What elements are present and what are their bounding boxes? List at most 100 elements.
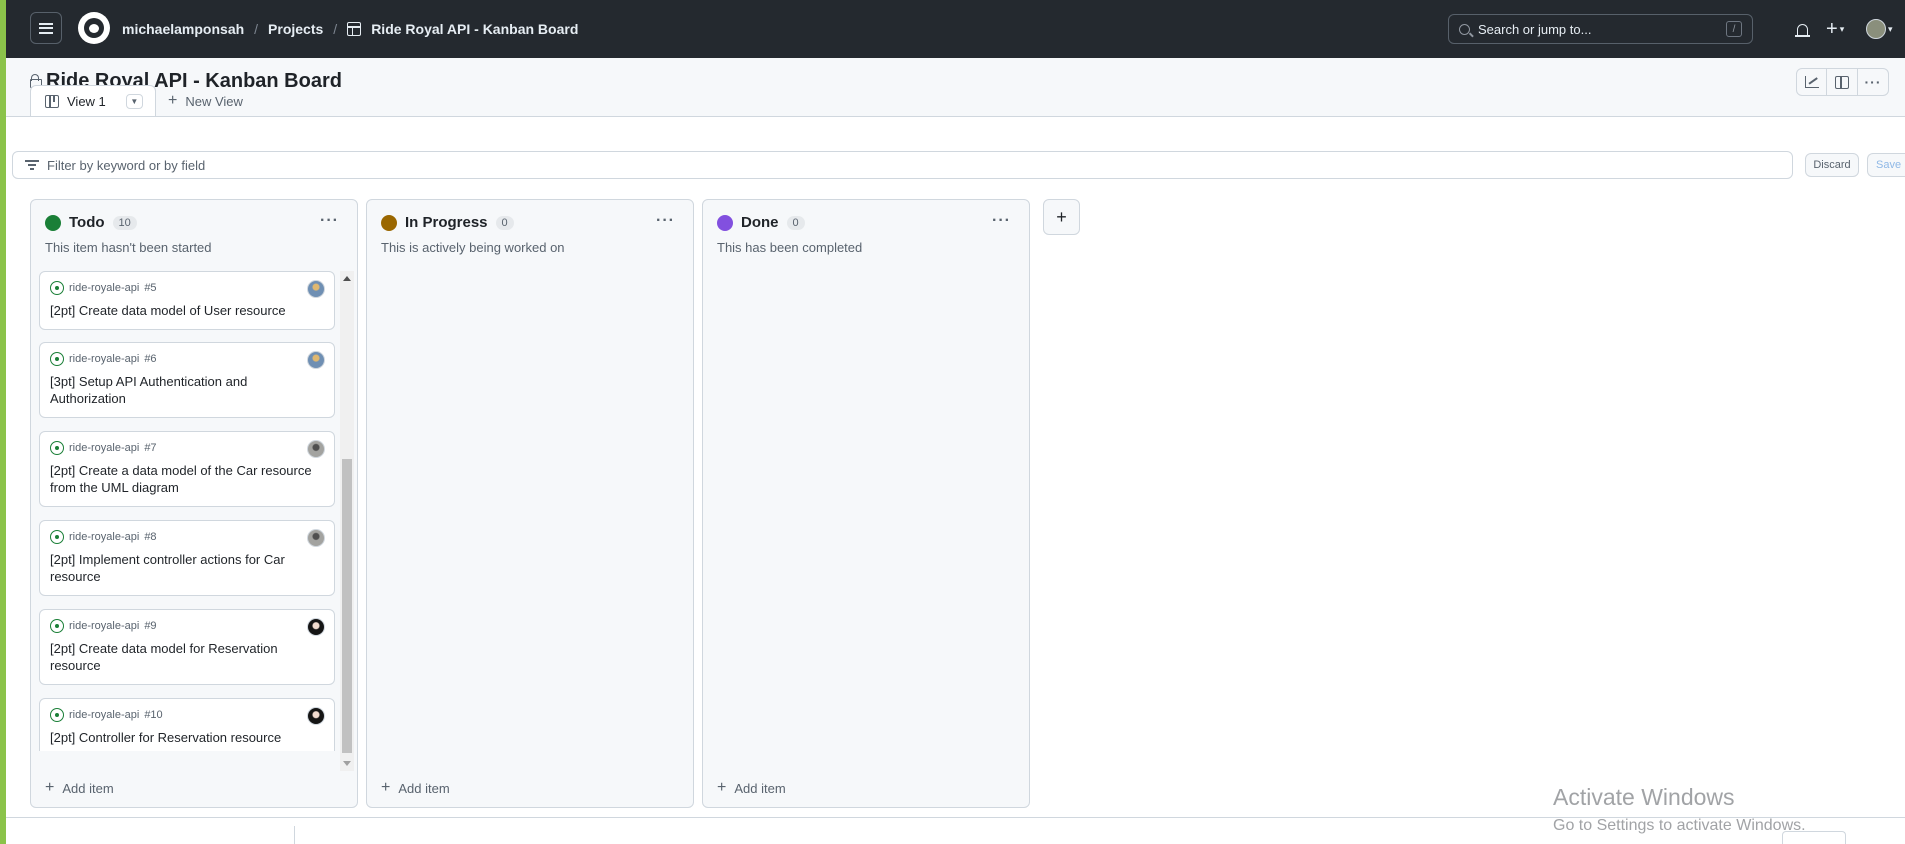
issue-opened-icon: [50, 708, 64, 722]
breadcrumb-project[interactable]: Ride Royal API - Kanban Board: [371, 21, 578, 37]
search-input[interactable]: Search or jump to... /: [1448, 14, 1753, 44]
card-repo: ride-royale-api: [69, 442, 140, 454]
column-header: Todo 10: [45, 214, 137, 231]
card-number: #8: [144, 531, 157, 543]
column-menu-button[interactable]: ···: [320, 212, 339, 230]
scrollbar-thumb[interactable]: [342, 459, 352, 753]
add-item-button[interactable]: + Add item: [381, 779, 450, 797]
column-menu-button[interactable]: ···: [992, 212, 1011, 230]
issue-card[interactable]: ride-royale-api #6 [3pt] Setup API Authe…: [39, 342, 335, 418]
card-meta: ride-royale-api #5: [50, 281, 324, 295]
breadcrumb-owner[interactable]: michaelamponsah: [122, 21, 244, 37]
watermark-subtitle: Go to Settings to activate Windows.: [1553, 817, 1806, 834]
column-title: Todo: [69, 214, 105, 231]
issue-opened-icon: [50, 619, 64, 633]
assignee-avatar[interactable]: [307, 618, 325, 636]
card-number: #7: [144, 442, 157, 454]
issue-card[interactable]: ride-royale-api #5 [2pt] Create data mod…: [39, 271, 335, 330]
plus-icon: +: [45, 779, 55, 796]
caret-down-icon: ▾: [1888, 23, 1893, 34]
global-header: michaelamponsah / Projects / Ride Royal …: [6, 0, 1905, 58]
card-title[interactable]: [3pt] Setup API Authentication and Autho…: [50, 373, 324, 407]
filter-placeholder: Filter by keyword or by field: [47, 157, 206, 173]
insights-button[interactable]: [1796, 68, 1827, 96]
breadcrumb: michaelamponsah / Projects / Ride Royal …: [122, 0, 578, 58]
new-view-button[interactable]: + New View: [168, 92, 243, 110]
card-meta: ride-royale-api #9: [50, 619, 324, 633]
card-number: #10: [144, 709, 163, 721]
tab-view-1[interactable]: View 1 ▼: [30, 85, 156, 117]
search-icon: [1459, 23, 1470, 35]
breadcrumb-projects[interactable]: Projects: [268, 21, 323, 37]
bell-icon: [1795, 23, 1810, 37]
hamburger-icon: [39, 22, 53, 34]
shortcut-key: /: [1726, 21, 1742, 37]
column-title: In Progress: [405, 214, 488, 231]
avatar: [1866, 19, 1886, 39]
issue-card[interactable]: ride-royale-api #10 [2pt] Controller for…: [39, 698, 335, 751]
scroll-up-icon[interactable]: [343, 276, 351, 281]
windows-activation-watermark: Activate Windows Go to Settings to activ…: [1553, 784, 1806, 835]
project-toolbar: ···: [1796, 68, 1889, 96]
add-item-button[interactable]: + Add item: [717, 779, 786, 797]
assignee-avatar[interactable]: [307, 707, 325, 725]
plus-icon: +: [381, 779, 391, 796]
create-new-button[interactable]: + ▾: [1826, 14, 1844, 44]
save-button[interactable]: Save: [1867, 153, 1905, 177]
sidebar-icon: [1835, 75, 1849, 89]
assignee-avatar[interactable]: [307, 440, 325, 458]
watermark-title: Activate Windows: [1553, 784, 1735, 810]
board-icon: [45, 95, 59, 108]
card-title[interactable]: [2pt] Controller for Reservation resourc…: [50, 729, 324, 746]
card-title[interactable]: [2pt] Create data model of User resource: [50, 302, 324, 319]
column-header: In Progress 0: [381, 214, 514, 231]
add-item-label: Add item: [398, 780, 450, 796]
side-panel-button[interactable]: [1827, 68, 1858, 96]
item-count-badge: 0: [786, 215, 805, 230]
card-title[interactable]: [2pt] Create data model for Reservation …: [50, 640, 324, 674]
menu-button[interactable]: [30, 12, 62, 44]
column-in-progress: In Progress 0 ··· This is actively being…: [366, 199, 694, 808]
item-count-badge: 0: [495, 215, 514, 230]
card-list: ride-royale-api #5 [2pt] Create data mod…: [39, 271, 340, 751]
issue-card[interactable]: ride-royale-api #7 [2pt] Create a data m…: [39, 431, 335, 507]
plus-icon: +: [717, 779, 727, 796]
issue-card[interactable]: ride-royale-api #9 [2pt] Create data mod…: [39, 609, 335, 685]
card-repo: ride-royale-api: [69, 531, 140, 543]
discard-button[interactable]: Discard: [1805, 153, 1859, 177]
assignee-avatar[interactable]: [307, 280, 325, 298]
column-menu-button[interactable]: ···: [656, 212, 675, 230]
plus-icon: +: [168, 92, 178, 109]
add-item-button[interactable]: + Add item: [45, 779, 114, 797]
card-repo: ride-royale-api: [69, 709, 140, 721]
assignee-avatar[interactable]: [307, 351, 325, 369]
card-title[interactable]: [2pt] Create a data model of the Car res…: [50, 462, 324, 496]
card-meta: ride-royale-api #6: [50, 352, 324, 366]
column-todo: Todo 10 ··· This item hasn't been starte…: [30, 199, 358, 808]
github-logo-icon[interactable]: [78, 12, 110, 44]
scroll-down-icon[interactable]: [343, 761, 351, 766]
breadcrumb-separator: /: [333, 21, 338, 37]
card-title[interactable]: [2pt] Implement controller actions for C…: [50, 551, 324, 585]
project-area: Ride Royal API - Kanban Board ··· View 1…: [6, 58, 1905, 844]
filter-input[interactable]: Filter by keyword or by field: [12, 151, 1793, 179]
user-menu-button[interactable]: ▾: [1866, 14, 1893, 44]
scrollbar[interactable]: [340, 271, 354, 771]
assignee-avatar[interactable]: [307, 529, 325, 547]
view-options-dropdown[interactable]: ▼: [125, 94, 143, 109]
column-done: Done 0 ··· This has been completed + Add…: [702, 199, 1030, 808]
more-options-button[interactable]: ···: [1858, 68, 1889, 96]
card-repo: ride-royale-api: [69, 282, 140, 294]
card-meta: ride-royale-api #7: [50, 441, 324, 455]
plus-icon: +: [1826, 17, 1838, 40]
caret-down-icon: ▾: [1839, 23, 1845, 34]
plus-icon: +: [1056, 206, 1067, 227]
issue-opened-icon: [50, 281, 64, 295]
divider: [294, 826, 295, 844]
notifications-button[interactable]: [1794, 14, 1812, 44]
issue-card[interactable]: ride-royale-api #8 [2pt] Implement contr…: [39, 520, 335, 596]
search-placeholder: Search or jump to...: [1478, 21, 1592, 37]
card-meta: ride-royale-api #8: [50, 530, 324, 544]
add-column-button[interactable]: +: [1043, 199, 1080, 235]
card-meta: ride-royale-api #10: [50, 708, 324, 722]
